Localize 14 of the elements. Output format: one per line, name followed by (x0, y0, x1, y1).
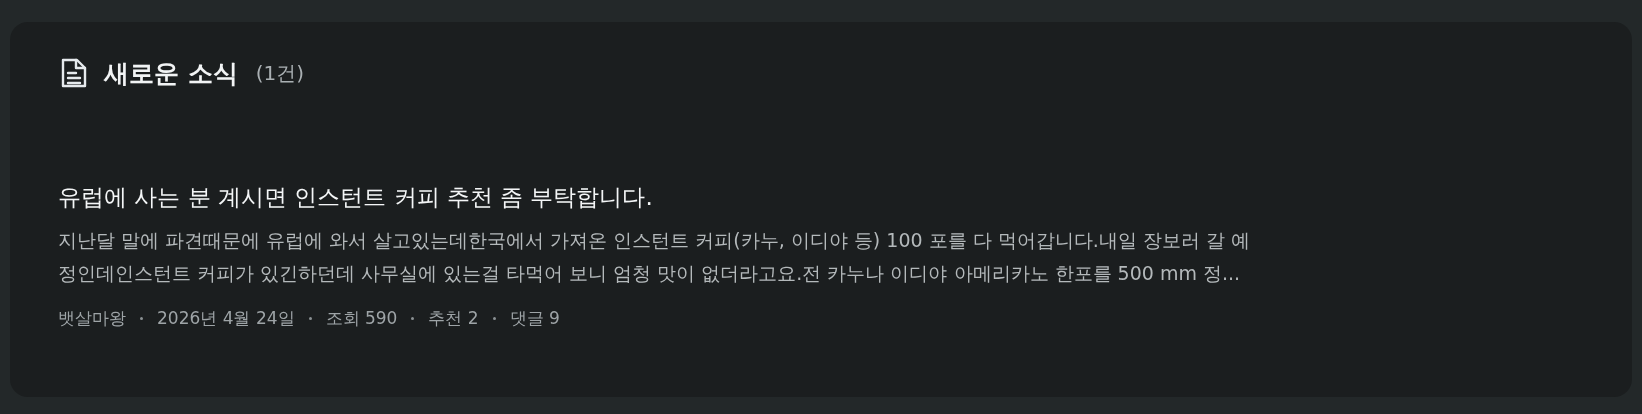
separator-dot (308, 317, 312, 320)
post-excerpt: 정인데인스턴트 커피가 있긴하던데 사무실에 있는걸 타먹어 보니 엄청 맛이 없더라고요.전 카누나 이디야 아메리카노 한포를 500 mm 정... (58, 261, 1242, 286)
post-meta: 뱃살마왕 (58, 307, 126, 330)
post-meta: 댓글 9 (509, 307, 560, 330)
post-excerpt: 지난달 말에 파견때문에 유럽에 와서 살고있는데한국에서 가져온 인스턴트 커피(카누, 이디야 등) 100 포를 다 먹어갑니다.내일 장보러 갈 예 (58, 228, 1251, 253)
post-meta: 2026년 4월 24일 (157, 307, 295, 330)
post-meta: 조회 590 (325, 307, 398, 330)
section-title: 새로운 소식 (104, 57, 238, 90)
separator-dot (411, 317, 415, 320)
separator-dot (492, 317, 496, 320)
post-meta: 추천 2 (428, 307, 479, 330)
separator-dot (140, 317, 143, 320)
item-count: (1건) (255, 59, 305, 87)
post-title[interactable]: 유럽에 사는 분 계시면 인스턴트 커피 추천 좀 부탁합니다. (58, 182, 1594, 213)
